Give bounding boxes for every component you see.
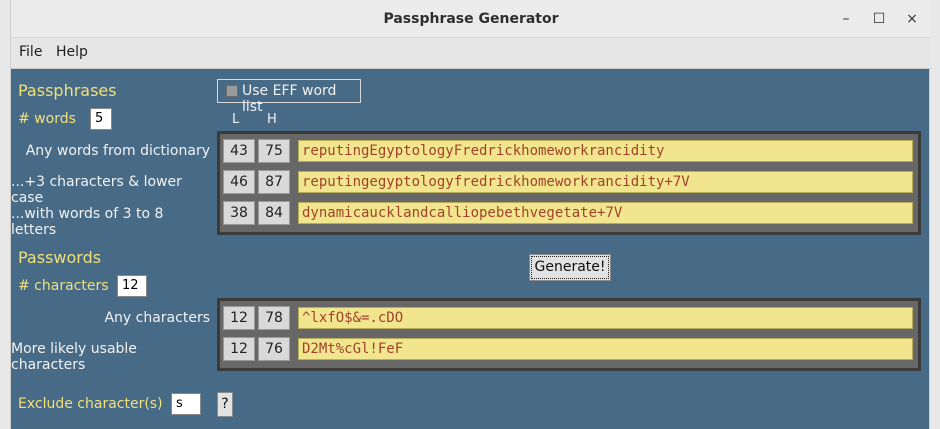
entropy-value: 75 — [258, 139, 290, 163]
num-characters-label: # characters — [18, 278, 109, 294]
num-characters-input[interactable]: 12 — [117, 275, 147, 297]
main-content: Passphrases Use EFF word list # words 5 … — [11, 69, 931, 429]
use-eff-checkbox[interactable]: Use EFF word list — [217, 79, 361, 115]
entropy-value: 76 — [258, 337, 290, 361]
password-output[interactable]: ^lxfO$&=.cDO — [298, 307, 913, 329]
maximize-button[interactable]: ☐ — [868, 9, 890, 29]
passphrase-output[interactable]: reputingegyptologyfredrickhomeworkrancid… — [298, 171, 913, 193]
exclude-input[interactable]: s — [171, 393, 201, 415]
minimize-button[interactable]: – — [835, 9, 857, 29]
use-eff-label: Use EFF word list — [242, 83, 337, 115]
length-value: 12 — [223, 337, 255, 361]
row-label-usable-characters: More likely usable characters — [11, 341, 137, 373]
exclude-help-button[interactable]: ? — [217, 392, 233, 417]
row-label-short-words: ...with words of 3 to 8 letters — [11, 206, 164, 238]
menu-help[interactable]: Help — [56, 44, 88, 60]
length-value: 38 — [223, 201, 255, 225]
num-words-input[interactable]: 5 — [90, 108, 112, 130]
app-window: Passphrase Generator – ☐ × File Help Pas… — [10, 0, 931, 429]
generate-button[interactable]: Generate! — [529, 254, 611, 281]
col-h-header: H — [267, 112, 277, 127]
title-bar: Passphrase Generator – ☐ × — [11, 0, 931, 38]
length-value: 46 — [223, 170, 255, 194]
password-panel: 12 78 ^lxfO$&=.cDO 12 76 D2Mt%cGl!FeF — [217, 298, 921, 371]
entropy-value: 84 — [258, 201, 290, 225]
length-value: 12 — [223, 306, 255, 330]
passwords-heading: Passwords — [18, 248, 102, 267]
row-label-any-characters: Any characters — [104, 310, 210, 326]
col-l-header: L — [232, 112, 240, 127]
passphrase-output[interactable]: dynamicaucklandcalliopebethvegetate+7V — [298, 202, 913, 224]
row-label-any-words: Any words from dictionary — [25, 143, 210, 159]
menu-file[interactable]: File — [19, 44, 42, 60]
menu-bar: File Help — [11, 38, 931, 69]
row-label-plus-chars: ...+3 characters & lower case — [11, 174, 182, 206]
passphrase-output[interactable]: reputingEgyptologyFredrickhomeworkrancid… — [298, 140, 913, 162]
window-title: Passphrase Generator — [383, 11, 559, 27]
passphrase-panel: 43 75 reputingEgyptologyFredrickhomework… — [217, 131, 921, 235]
password-output[interactable]: D2Mt%cGl!FeF — [298, 338, 913, 360]
entropy-value: 78 — [258, 306, 290, 330]
entropy-value: 87 — [258, 170, 290, 194]
checkbox-box[interactable] — [226, 85, 238, 97]
exclude-label: Exclude character(s) — [18, 396, 163, 412]
num-words-label: # words — [18, 111, 76, 127]
passphrases-heading: Passphrases — [18, 81, 117, 100]
close-button[interactable]: × — [901, 9, 923, 29]
length-value: 43 — [223, 139, 255, 163]
